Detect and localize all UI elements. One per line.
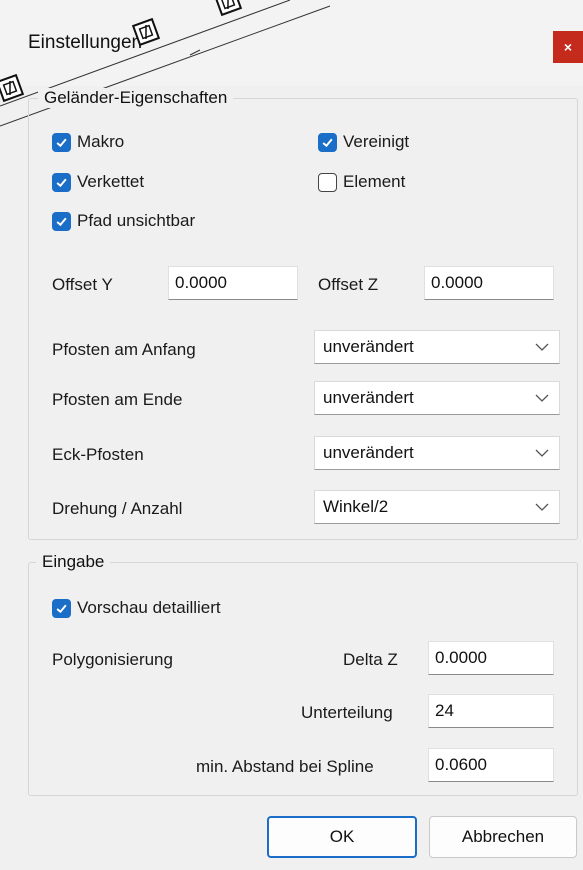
rotation-count-label: Drehung / Anzahl bbox=[52, 499, 183, 518]
min-distance-spline-input[interactable] bbox=[428, 748, 554, 782]
end-post-dropdown[interactable]: unverändert bbox=[314, 381, 560, 415]
macro-label: Makro bbox=[77, 132, 125, 151]
subdivision-label: Unterteilung bbox=[301, 703, 393, 722]
path-invisible-checkbox[interactable]: Pfad unsichtbar bbox=[52, 211, 195, 231]
cancel-button[interactable]: Abbrechen bbox=[429, 816, 577, 858]
element-checkbox[interactable]: Element bbox=[318, 172, 405, 192]
macro-checkbox[interactable]: Makro bbox=[52, 132, 124, 152]
rotation-count-value: Winkel/2 bbox=[323, 497, 389, 516]
subdivision-input[interactable] bbox=[428, 694, 554, 728]
end-post-label: Pfosten am Ende bbox=[52, 390, 183, 409]
united-checkbox[interactable]: Vereinigt bbox=[318, 132, 409, 152]
checkbox-checked-icon bbox=[318, 132, 337, 152]
polygonization-label: Polygonisierung bbox=[52, 650, 173, 669]
settings-dialog: Einstellungen × Geländer-Eigenschaften M… bbox=[0, 0, 583, 870]
united-label: Vereinigt bbox=[343, 132, 410, 151]
title-bar[interactable]: Einstellungen × bbox=[0, 0, 583, 86]
checkbox-checked-icon bbox=[52, 132, 71, 152]
corner-post-value: unverändert bbox=[323, 443, 414, 462]
min-distance-spline-label: min. Abstand bei Spline bbox=[196, 757, 374, 776]
close-icon: × bbox=[563, 39, 573, 55]
chevron-down-icon bbox=[535, 394, 549, 402]
delta-z-label: Delta Z bbox=[343, 650, 398, 669]
offset-y-input[interactable] bbox=[168, 266, 298, 300]
railing-properties-group bbox=[28, 98, 578, 540]
offset-z-input[interactable] bbox=[424, 266, 554, 300]
checkbox-checked-icon bbox=[52, 598, 71, 618]
offset-y-label: Offset Y bbox=[52, 275, 113, 294]
delta-z-input[interactable] bbox=[428, 641, 554, 675]
element-label: Element bbox=[343, 172, 406, 191]
railing-properties-legend: Geländer-Eigenschaften bbox=[38, 88, 234, 108]
checkbox-checked-icon bbox=[52, 172, 71, 192]
corner-post-label: Eck-Pfosten bbox=[52, 445, 144, 464]
chevron-down-icon bbox=[535, 503, 549, 511]
preview-detailed-checkbox[interactable]: Vorschau detailliert bbox=[52, 598, 221, 618]
chevron-down-icon bbox=[535, 343, 549, 351]
window-title: Einstellungen bbox=[28, 32, 143, 53]
input-group-legend: Eingabe bbox=[36, 552, 111, 572]
path-invisible-label: Pfad unsichtbar bbox=[77, 211, 196, 230]
ok-button-label: OK bbox=[329, 827, 355, 846]
checkbox-checked-icon bbox=[52, 211, 71, 231]
offset-z-label: Offset Z bbox=[318, 275, 379, 294]
chained-label: Verkettet bbox=[77, 172, 145, 191]
start-post-value: unverändert bbox=[323, 337, 414, 356]
rotation-count-dropdown[interactable]: Winkel/2 bbox=[314, 490, 560, 524]
corner-post-dropdown[interactable]: unverändert bbox=[314, 436, 560, 470]
ok-button[interactable]: OK bbox=[267, 816, 417, 858]
chained-checkbox[interactable]: Verkettet bbox=[52, 172, 144, 192]
chevron-down-icon bbox=[535, 449, 549, 457]
start-post-label: Pfosten am Anfang bbox=[52, 340, 196, 359]
preview-detailed-label: Vorschau detailliert bbox=[77, 598, 221, 617]
cancel-button-label: Abbrechen bbox=[461, 827, 545, 846]
checkbox-unchecked-icon bbox=[318, 172, 337, 192]
close-button[interactable]: × bbox=[553, 31, 583, 63]
end-post-value: unverändert bbox=[323, 388, 414, 407]
start-post-dropdown[interactable]: unverändert bbox=[314, 330, 560, 364]
